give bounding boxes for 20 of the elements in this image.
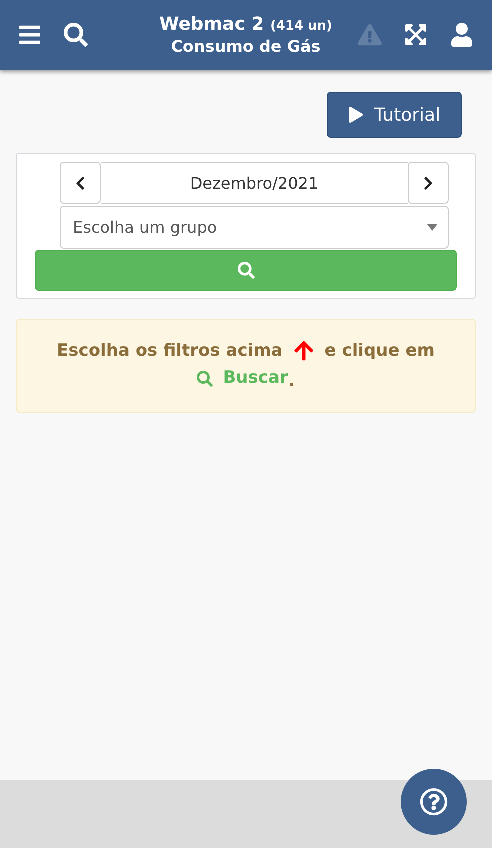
search-icon xyxy=(197,370,214,386)
hint-text: Escolha os filtros acima xyxy=(57,341,283,361)
previous-month-button[interactable] xyxy=(60,162,101,204)
help-icon xyxy=(420,788,448,816)
play-icon xyxy=(348,107,364,123)
next-month-button[interactable] xyxy=(408,162,449,204)
group-select[interactable]: Escolha um grupo xyxy=(60,206,449,249)
search-icon xyxy=(238,262,254,279)
app-title: Webmac 2 (414 un) xyxy=(159,14,332,35)
tutorial-button[interactable]: Tutorial xyxy=(327,92,462,138)
period-mark: . xyxy=(288,372,295,392)
hint-text: e clique em xyxy=(324,341,435,361)
search-icon[interactable] xyxy=(64,23,88,47)
page-subtitle: Consumo de Gás xyxy=(171,37,321,56)
user-icon[interactable] xyxy=(450,23,474,47)
up-arrow-icon xyxy=(292,340,315,362)
caret-icon xyxy=(427,224,438,231)
period-field[interactable]: Dezembro/2021 xyxy=(101,162,408,204)
fullscreen-icon[interactable] xyxy=(404,23,428,47)
menu-icon[interactable] xyxy=(18,23,42,47)
